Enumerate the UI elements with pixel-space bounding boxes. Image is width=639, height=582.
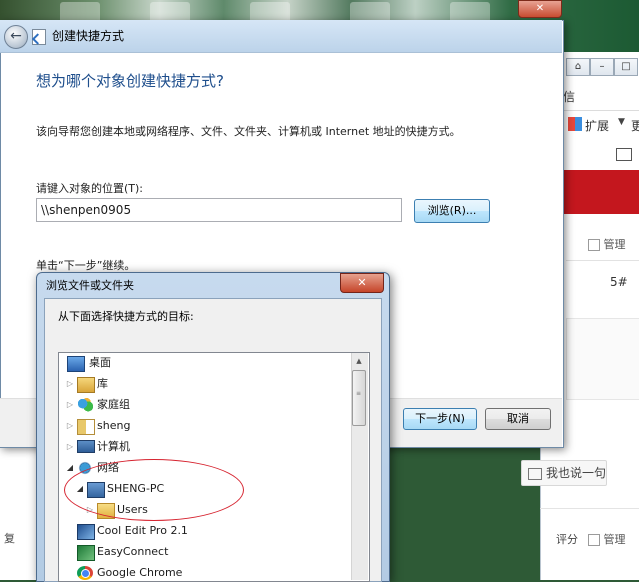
browser-partial-text: 信 — [563, 90, 576, 104]
location-input[interactable]: \\shenpen0905 — [36, 198, 402, 222]
library-icon — [77, 377, 95, 393]
scroll-up-icon[interactable]: ▲ — [351, 353, 367, 369]
expand-arrow-icon[interactable]: ▷ — [65, 374, 75, 394]
minimize-icon[interactable]: – — [590, 58, 614, 76]
manage-label: 管理 — [603, 238, 626, 251]
tree-item-label: 计算机 — [97, 440, 130, 453]
screenshot-icon[interactable] — [616, 148, 632, 161]
tree-item-label: 桌面 — [89, 356, 111, 369]
computer-icon — [77, 440, 95, 453]
next-button[interactable]: 下一步(N) — [403, 408, 477, 430]
extensions-label[interactable]: 扩展 — [585, 117, 609, 134]
manage-option[interactable]: 管理 — [588, 531, 626, 547]
tree-item-label: Cool Edit Pro 2.1 — [97, 524, 188, 537]
extensions-icon[interactable] — [568, 117, 582, 131]
manage-checkbox[interactable] — [588, 534, 600, 546]
close-icon[interactable]: ✕ — [340, 273, 384, 293]
post-divider — [540, 508, 639, 509]
maximize-icon[interactable]: □ — [614, 58, 638, 76]
expand-arrow-icon[interactable]: ▷ — [65, 437, 75, 457]
tree-item[interactable]: Google Chrome — [77, 563, 183, 581]
tree-item-label: 库 — [97, 377, 108, 390]
browse-prompt: 从下面选择快捷方式的目标: — [58, 310, 194, 323]
reply-button-label: 我也说一句 — [546, 466, 607, 480]
tree-item-label: Google Chrome — [97, 566, 183, 579]
post-content-block — [566, 318, 639, 400]
expand-arrow-icon[interactable]: ▷ — [65, 416, 75, 436]
shortcut-icon — [32, 29, 46, 45]
location-label: 请键入对象的位置(T): — [36, 182, 144, 195]
home-icon[interactable]: ⌂ — [566, 58, 590, 76]
user-folder-icon — [77, 419, 95, 435]
tree-item[interactable]: Cool Edit Pro 2.1 — [77, 521, 188, 541]
toolbar-divider — [562, 110, 639, 111]
continue-hint: 单击“下一步”继续。 — [36, 259, 136, 272]
close-icon[interactable]: ✕ — [518, 0, 562, 18]
easyconnect-icon — [77, 545, 95, 561]
homegroup-icon — [77, 398, 93, 412]
tree-item[interactable]: 桌面 — [67, 353, 111, 373]
manage-label: 管理 — [603, 533, 626, 546]
back-arrow-icon[interactable]: ← — [4, 25, 28, 49]
tree-item[interactable]: ▷ sheng — [65, 416, 130, 436]
wizard-heading: 想为哪个对象创建快捷方式? — [36, 72, 224, 90]
comment-icon — [528, 467, 542, 480]
expand-arrow-icon[interactable]: ▷ — [65, 395, 75, 415]
chrome-icon — [77, 566, 93, 580]
tree-item-label: sheng — [97, 419, 131, 432]
tree-item[interactable]: ▷ 计算机 — [65, 437, 130, 457]
desktop-icon — [67, 356, 85, 372]
background-partial-text: 复 — [4, 532, 15, 545]
chevron-down-icon[interactable]: ▼ — [618, 117, 625, 127]
wizard-description: 该向导帮您创建本地或网络程序、文件、文件夹、计算机或 Internet 地址的快… — [36, 125, 461, 138]
annotation-ellipse — [64, 459, 244, 521]
reply-button[interactable]: 我也说一句 — [521, 460, 607, 486]
browser-window-controls: ⌂ – □ — [566, 58, 638, 76]
dialog-title: 创建快捷方式 — [52, 29, 125, 43]
tree-item-label: 家庭组 — [97, 398, 130, 411]
tree-item-label: EasyConnect — [97, 545, 169, 558]
manage-option[interactable]: 管理 — [588, 236, 626, 252]
scroll-grip-icon: ≡ — [356, 390, 362, 397]
app-icon — [77, 524, 95, 540]
tree-item[interactable]: ▷ 库 — [65, 374, 108, 394]
browse-dialog-title: 浏览文件或文件夹 — [46, 279, 134, 292]
post-floor-number: 5# — [610, 275, 628, 289]
scrollbar-thumb[interactable] — [352, 370, 366, 426]
browser-partial-text: 更 — [631, 119, 639, 133]
tree-item[interactable]: EasyConnect — [77, 542, 168, 562]
manage-checkbox[interactable] — [588, 239, 600, 251]
post-divider — [566, 260, 639, 261]
cancel-button[interactable]: 取消 — [485, 408, 551, 430]
browse-button[interactable]: 浏览(R)... — [414, 199, 490, 223]
tree-item[interactable]: ▷ 家庭组 — [65, 395, 130, 415]
score-label[interactable]: 评分 — [556, 531, 578, 547]
